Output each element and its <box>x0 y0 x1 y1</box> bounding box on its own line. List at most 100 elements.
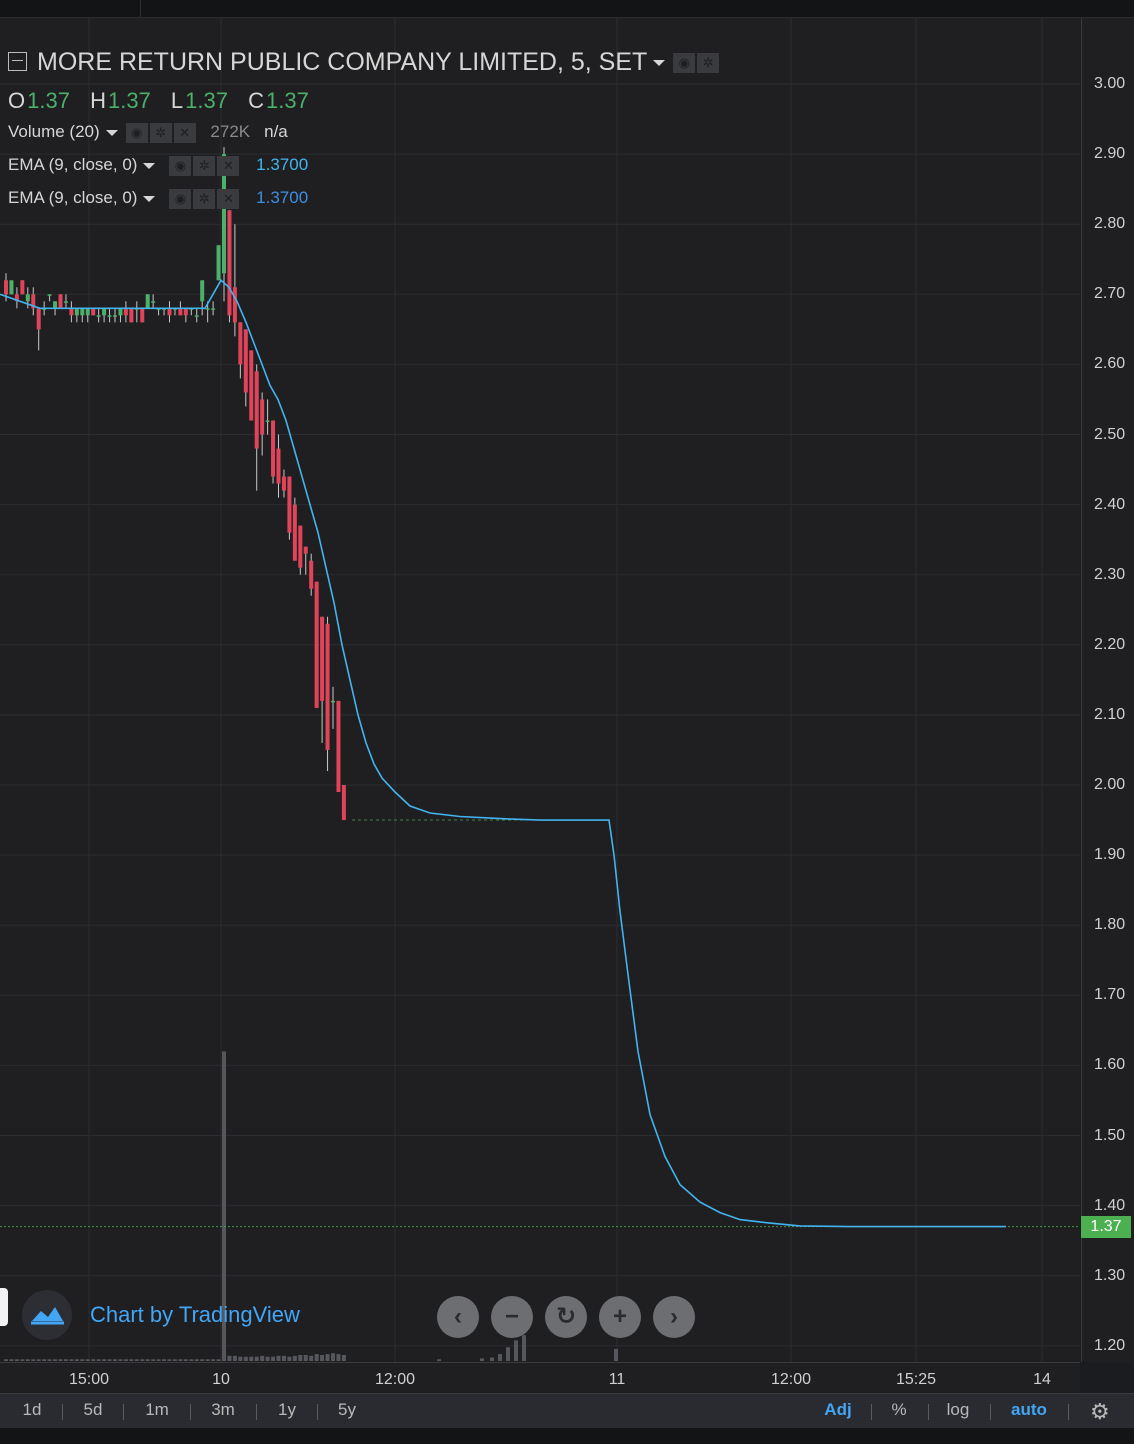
candle <box>271 420 276 484</box>
settings-gear-icon[interactable]: ⚙ <box>1090 1399 1110 1425</box>
chevron-down-icon[interactable] <box>653 60 666 67</box>
top-toolbar <box>0 0 1134 18</box>
candle-body <box>91 308 96 316</box>
time-tick-label: 11 <box>608 1371 626 1388</box>
range-3m-button[interactable]: 3m <box>211 1400 235 1420</box>
price-tick-label: 1.80 <box>1094 916 1126 934</box>
chart-pane[interactable]: MORE RETURN PUBLIC COMPANY LIMITED, 5, S… <box>0 18 1080 1362</box>
close-icon[interactable]: ✕ <box>173 122 196 143</box>
gear-icon[interactable]: ✲ <box>149 122 172 143</box>
ema-value: 1.3700 <box>256 188 309 207</box>
price-chart[interactable] <box>0 18 1080 1362</box>
candle <box>227 210 232 323</box>
eye-icon[interactable]: ◉ <box>673 53 696 74</box>
candle-body <box>53 301 58 309</box>
percent-toggle[interactable]: % <box>891 1400 906 1420</box>
range-5y-button[interactable]: 5y <box>338 1400 356 1420</box>
price-tick-label: 2.20 <box>1094 635 1126 653</box>
gear-icon[interactable]: ✲ <box>193 188 216 209</box>
close-icon[interactable]: ✕ <box>217 188 240 209</box>
range-1y-button[interactable]: 1y <box>278 1400 296 1420</box>
ema-legend-2[interactable]: EMA (9, close, 0) ◉ ✲ ✕ 1.3700 <box>8 188 308 209</box>
side-tab[interactable] <box>0 1288 8 1326</box>
range-1d-button[interactable]: 1d <box>23 1400 42 1420</box>
range-5d-button[interactable]: 5d <box>84 1400 103 1420</box>
volume-bar <box>183 1359 188 1361</box>
tradingview-watermark[interactable]: Chart by TradingView <box>90 1302 300 1328</box>
eye-icon[interactable]: ◉ <box>169 188 192 209</box>
candle <box>167 301 172 323</box>
bottom-toolbar: 1d 5d 1m 3m 1y 5y Adj % log auto ⚙ <box>0 1393 1134 1428</box>
time-axis[interactable]: 15:00 10 12:00 11 12:00 15:25 14 <box>0 1362 1080 1393</box>
volume-bar <box>249 1356 254 1361</box>
open-value: 1.37 <box>27 88 70 113</box>
price-tick-label: 2.70 <box>1094 285 1126 303</box>
volume-bar <box>140 1359 145 1361</box>
candle-body <box>58 294 63 309</box>
top-tab[interactable] <box>0 0 141 17</box>
candle-body <box>151 301 156 303</box>
scroll-left-button[interactable]: ‹ <box>437 1296 479 1338</box>
volume-bar <box>303 1354 308 1361</box>
range-1m-button[interactable]: 1m <box>145 1400 169 1420</box>
candle <box>341 785 346 821</box>
reset-chart-button[interactable]: ↻ <box>545 1296 587 1338</box>
candle-body <box>271 420 276 477</box>
chevron-down-icon[interactable] <box>143 195 156 202</box>
adjust-toggle[interactable]: Adj <box>824 1400 851 1420</box>
volume-label: Volume (20) <box>8 122 100 141</box>
divider <box>1068 1404 1069 1420</box>
candle <box>314 581 319 708</box>
divider <box>317 1404 318 1420</box>
volume-bar <box>20 1359 25 1361</box>
log-toggle[interactable]: log <box>947 1400 970 1420</box>
ohlc-legend: O1.37 H1.37 L1.37 C1.37 <box>8 88 323 114</box>
candle <box>20 280 25 295</box>
symbol-legend[interactable]: MORE RETURN PUBLIC COMPANY LIMITED, 5, S… <box>8 48 721 77</box>
volume-bar <box>265 1356 270 1361</box>
chevron-down-icon[interactable] <box>143 162 156 169</box>
gear-icon[interactable]: ✲ <box>697 53 720 74</box>
gear-icon[interactable]: ✲ <box>193 155 216 176</box>
candle <box>249 350 254 421</box>
tradingview-logo[interactable] <box>22 1290 72 1340</box>
chevron-down-icon[interactable] <box>105 129 118 136</box>
candle <box>303 546 308 575</box>
volume-bar <box>498 1354 502 1361</box>
volume-bar <box>238 1356 243 1361</box>
price-axis[interactable]: 1.20 1.30 1.40 1.50 1.60 1.70 1.80 1.90 2.00 2.10… <box>1081 18 1134 1362</box>
volume-bar <box>281 1355 286 1361</box>
volume-bar <box>522 1335 526 1361</box>
candle-body <box>298 525 303 568</box>
divider <box>871 1404 872 1420</box>
volume-bar <box>80 1359 85 1361</box>
close-icon[interactable]: ✕ <box>217 155 240 176</box>
scroll-right-button[interactable]: › <box>653 1296 695 1338</box>
collapse-icon[interactable] <box>8 51 27 71</box>
time-tick-label: 12:00 <box>770 1371 812 1388</box>
ema-legend-1[interactable]: EMA (9, close, 0) ◉ ✲ ✕ 1.3700 <box>8 155 308 176</box>
candle-body <box>85 308 90 316</box>
bottom-strip <box>0 1428 1134 1444</box>
candle <box>254 364 259 491</box>
volume-bar <box>325 1354 330 1361</box>
volume-legend[interactable]: Volume (20) ◉ ✲ ✕ 272K n/a <box>8 122 288 143</box>
zoom-out-button[interactable]: − <box>491 1296 533 1338</box>
volume-bar <box>129 1359 134 1361</box>
candle-body <box>145 294 150 309</box>
eye-icon[interactable]: ◉ <box>125 122 148 143</box>
eye-icon[interactable]: ◉ <box>169 155 192 176</box>
candle <box>129 308 134 323</box>
candle-body <box>260 399 265 435</box>
candle <box>91 308 96 316</box>
price-tick-label: 2.60 <box>1094 355 1126 373</box>
candle-body <box>309 560 314 589</box>
divider <box>256 1404 257 1420</box>
volume-bar <box>309 1355 314 1361</box>
price-tick-label: 2.80 <box>1094 215 1126 233</box>
zoom-in-button[interactable]: + <box>599 1296 641 1338</box>
volume-bar <box>614 1348 618 1361</box>
auto-scale-toggle[interactable]: auto <box>1011 1400 1047 1420</box>
volume-bar <box>167 1359 172 1361</box>
candle-body <box>140 308 145 323</box>
